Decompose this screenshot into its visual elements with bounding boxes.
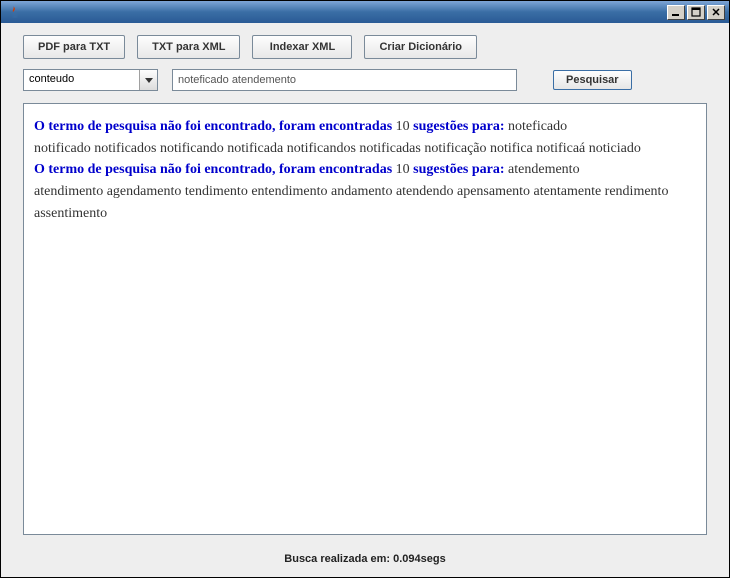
chevron-down-icon[interactable]	[139, 70, 157, 90]
content-area: PDF para TXT TXT para XML Indexar XML Cr…	[1, 23, 729, 577]
toolbar: PDF para TXT TXT para XML Indexar XML Cr…	[1, 23, 729, 69]
status-text: Busca realizada em: 0.094segs	[284, 553, 445, 565]
titlebar	[1, 1, 729, 23]
misspelled-term: atendemento	[508, 162, 580, 177]
misspelled-term: noteficado	[508, 119, 567, 134]
java-icon	[7, 4, 23, 20]
pdf-to-txt-button[interactable]: PDF para TXT	[23, 35, 125, 59]
result-block: O termo de pesquisa não foi encontrado, …	[34, 116, 696, 159]
search-input[interactable]	[172, 69, 517, 91]
suggestions-list: atendimento agendamento tendimento enten…	[34, 181, 696, 224]
suggestions-label: sugestões para:	[410, 119, 508, 134]
notfound-text: O termo de pesquisa não foi encontrado, …	[34, 119, 396, 134]
suggestion-count: 10	[396, 162, 410, 177]
status-bar: Busca realizada em: 0.094segs	[1, 545, 729, 577]
app-window: PDF para TXT TXT para XML Indexar XML Cr…	[0, 0, 730, 578]
txt-to-xml-button[interactable]: TXT para XML	[137, 35, 240, 59]
close-button[interactable]	[707, 5, 725, 20]
result-block: O termo de pesquisa não foi encontrado, …	[34, 159, 696, 224]
search-bar: conteudo Pesquisar	[1, 69, 729, 103]
field-combo[interactable]: conteudo	[23, 69, 158, 91]
suggestions-list: notificado notificados notificando notif…	[34, 138, 696, 160]
minimize-button[interactable]	[667, 5, 685, 20]
field-combo-value: conteudo	[24, 70, 139, 90]
create-dictionary-button[interactable]: Criar Dicionário	[364, 35, 477, 59]
maximize-button[interactable]	[687, 5, 705, 20]
window-controls	[667, 5, 727, 20]
suggestion-count: 10	[396, 119, 410, 134]
suggestions-label: sugestões para:	[410, 162, 508, 177]
notfound-text: O termo de pesquisa não foi encontrado, …	[34, 162, 396, 177]
index-xml-button[interactable]: Indexar XML	[252, 35, 352, 59]
results-panel[interactable]: O termo de pesquisa não foi encontrado, …	[23, 103, 707, 535]
search-button[interactable]: Pesquisar	[553, 70, 632, 90]
